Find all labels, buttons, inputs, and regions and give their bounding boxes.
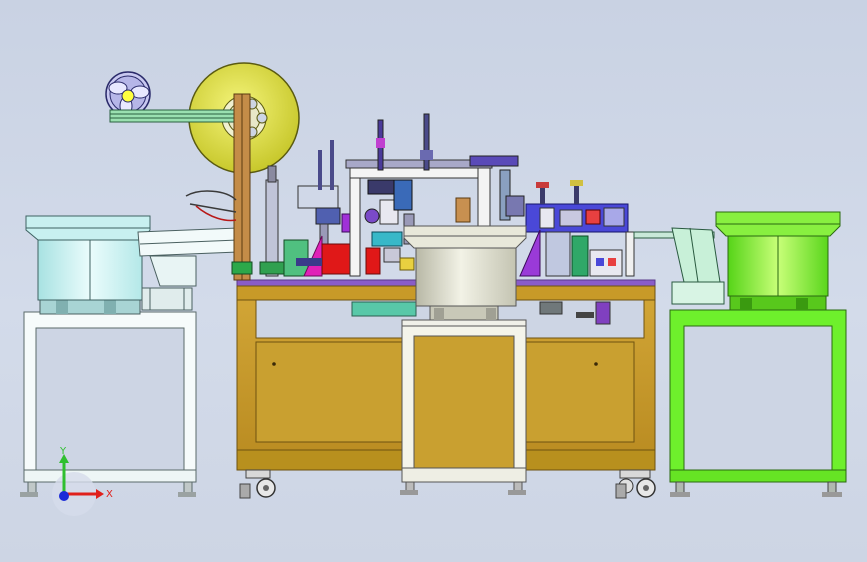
left-bowl [25,215,151,315]
center-stand-frame [400,319,527,495]
left-stand-frame [20,311,197,497]
small-fan-reel [105,71,151,117]
right-vibratory-feeder [669,211,847,497]
right-stand-frame [669,309,847,497]
machine-drawing: X Y [20,62,847,516]
center-bowl [403,225,527,321]
x-axis-label: X [106,489,113,500]
z-axis-marker [59,491,69,501]
cad-viewport[interactable]: X Y [0,0,867,562]
right-bowl [715,211,841,311]
y-axis-label: Y [59,446,67,457]
left-caster [239,469,276,499]
center-vibratory-feeder [400,225,527,495]
right-linear-feeder [671,227,725,305]
feed-rail [109,109,243,123]
left-vibratory-feeder [20,215,239,497]
left-linear-feeder [137,227,239,311]
reel-support-tower [231,93,253,281]
right-caster [615,469,656,499]
